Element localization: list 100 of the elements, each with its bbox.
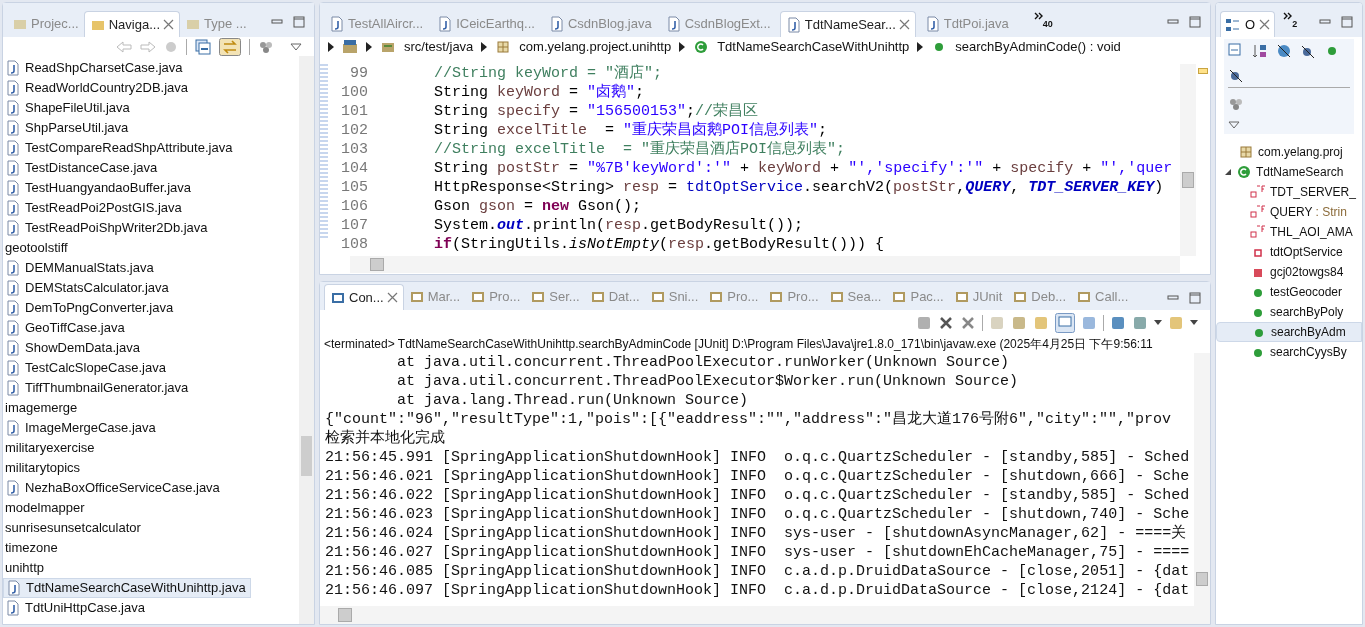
file-tree-item[interactable]: TestReadPoi2PostGIS.java (3, 198, 186, 218)
outline-item[interactable]: searchByAdm (1216, 322, 1362, 342)
remove-launch-icon[interactable] (938, 315, 954, 331)
file-tree-item[interactable]: TestCalcSlopeCase.java (3, 358, 170, 378)
outline-item[interactable]: searchCyysBy (1216, 342, 1362, 362)
console-line: 21:56:46.097 [SpringApplicationShutdownHook] INFO c.a.d.p.DruidDataSource - [close,2124] - {dat (325, 581, 1190, 600)
view-icon (470, 289, 487, 305)
close-icon[interactable] (163, 19, 174, 30)
outline-item[interactable]: gcj02towgs84 (1216, 262, 1362, 282)
working-sets-icon[interactable] (258, 39, 274, 55)
separator-arrow-icon[interactable] (917, 42, 924, 52)
file-tree-item[interactable]: GeoTiffCase.java (3, 318, 129, 338)
close-icon[interactable] (386, 292, 398, 303)
static-field-icon (1250, 204, 1266, 220)
file-tree-item[interactable]: TestReadPoiShpWriter2Db.java (3, 218, 212, 238)
outline-item[interactable]: searchByPoly (1216, 302, 1362, 322)
chevrons-icon (1283, 12, 1293, 21)
separator-arrow-icon[interactable] (328, 42, 334, 52)
java-file-icon (665, 16, 682, 32)
breadcrumb-item[interactable]: src/test/java (404, 37, 474, 57)
horizontal-scrollbar[interactable] (350, 256, 1180, 273)
file-tree-item[interactable]: geotoolstiff (3, 238, 72, 258)
static-field-icon (1250, 184, 1266, 200)
file-tree-item[interactable]: ReadShpCharsetCase.java (3, 58, 187, 78)
file-tree-item[interactable]: DEMStatsCalculator.java (3, 278, 173, 298)
view-icon (649, 289, 666, 305)
outline-item[interactable]: QUERY : Strin (1216, 202, 1362, 222)
java-file-icon (924, 16, 941, 32)
file-tree-item[interactable]: militaryexercise (3, 438, 99, 458)
view-icon (1012, 289, 1029, 305)
file-tree-item[interactable]: imagemerge (3, 398, 82, 418)
outline-item[interactable]: com.yelang.proj (1216, 142, 1362, 162)
expand-arrow-icon[interactable] (1224, 168, 1232, 176)
file-tree-item[interactable]: ReadWorldCountry2DB.java (3, 78, 193, 98)
static-field-icon (1250, 224, 1266, 240)
hide-fields-icon (1276, 43, 1292, 59)
outline-item[interactable]: tdtOptService (1216, 242, 1362, 262)
file-tree-item[interactable]: timezone (3, 538, 62, 558)
maximize-icon[interactable] (1340, 15, 1354, 29)
java-file-icon (437, 16, 454, 32)
outline-item[interactable]: TDT_SERVER_ (1216, 182, 1362, 202)
outline-item[interactable]: THL_AOI_AMA (1216, 222, 1362, 242)
breadcrumb-item[interactable]: TdtNameSearchCaseWithUnihttp (717, 37, 910, 57)
file-tree-item[interactable]: TiffThumbnailGenerator.java (3, 378, 193, 398)
breadcrumb-item[interactable]: com.yelang.project.unihttp (519, 37, 672, 57)
code-line: String postStr = "%7B'keyWord':'" + keyWord + "','specify':'" + specify + "','quer (433, 159, 1173, 178)
file-tree-item[interactable]: TdtNameSearchCaseWithUnihttp.java (3, 578, 251, 598)
horizontal-scrollbar[interactable] (320, 606, 1210, 624)
file-tree-item[interactable]: sunrisesunsetcalculator (3, 518, 145, 538)
file-tree-item[interactable]: ShpParseUtil.java (3, 118, 133, 138)
file-tree-item[interactable]: TestHuangyandaoBuffer.java (3, 178, 195, 198)
link-editor-icon[interactable] (219, 38, 241, 56)
file-tree-item[interactable]: TestCompareReadShpAttribute.java (3, 138, 237, 158)
outline-item[interactable]: TdtNameSearch (1216, 162, 1362, 182)
maximize-icon[interactable] (1188, 291, 1202, 305)
view-menu-icon[interactable] (1228, 120, 1240, 130)
maximize-icon[interactable] (292, 15, 306, 29)
close-icon[interactable] (1259, 19, 1271, 30)
file-tree-item[interactable]: ShowDemData.java (3, 338, 144, 358)
working-sets-icon[interactable] (1228, 96, 1244, 112)
scrollbar[interactable] (299, 56, 314, 624)
file-tree-item[interactable]: DEMManualStats.java (3, 258, 158, 278)
java-file-icon (5, 140, 21, 156)
collapse-all-icon[interactable] (195, 39, 211, 55)
caret-icon[interactable] (1190, 320, 1198, 326)
file-tree-item[interactable]: modelmapper (3, 498, 89, 518)
separator-arrow-icon[interactable] (679, 42, 686, 52)
separator-arrow-icon[interactable] (481, 42, 488, 52)
view-tab[interactable]: Naviga... (83, 11, 180, 37)
view-tab[interactable]: TdtNameSear... (779, 11, 916, 37)
java-file-icon (5, 60, 21, 76)
java-file-icon (5, 180, 21, 196)
caret-icon[interactable] (1154, 320, 1162, 326)
maximize-icon[interactable] (1188, 15, 1202, 29)
outline-item[interactable]: testGeocoder (1216, 282, 1362, 302)
line-number: 99 (349, 64, 369, 83)
line-number: 100 (340, 83, 369, 102)
view-tab[interactable]: Con... (324, 284, 404, 310)
breadcrumb-item[interactable]: searchByAdminCode() : void (955, 37, 1121, 57)
file-tree-item[interactable]: militarytopics (3, 458, 85, 478)
view-menu-icon[interactable] (290, 42, 302, 52)
close-icon[interactable] (898, 19, 910, 30)
collapse-all-icon (1228, 43, 1244, 59)
package-icon (495, 39, 512, 55)
file-tree-item[interactable]: unihttp (3, 558, 49, 578)
file-tree-item[interactable]: ImageMergeCase.java (3, 418, 160, 438)
view-tab[interactable]: O (1220, 11, 1276, 37)
scrollbar[interactable] (1194, 353, 1210, 606)
show-on-output-icon[interactable] (1055, 313, 1075, 333)
file-tree-item[interactable]: TdtUniHttpCase.java (3, 598, 149, 618)
file-tree-item[interactable]: NezhaBoxOfficeServiceCase.java (3, 478, 224, 498)
remove-all-icon[interactable] (960, 315, 976, 331)
file-tree-item[interactable]: DemToPngConverter.java (3, 298, 178, 318)
separator-arrow-icon[interactable] (366, 42, 372, 52)
more-tabs-button[interactable]: 2 (1279, 12, 1302, 32)
java-file-icon (5, 120, 21, 136)
view-icon (408, 289, 425, 305)
file-tree-item[interactable]: ShapeFileUtil.java (3, 98, 134, 118)
more-tabs-button[interactable]: 40 (1029, 12, 1057, 32)
file-tree-item[interactable]: TestDistanceCase.java (3, 158, 162, 178)
